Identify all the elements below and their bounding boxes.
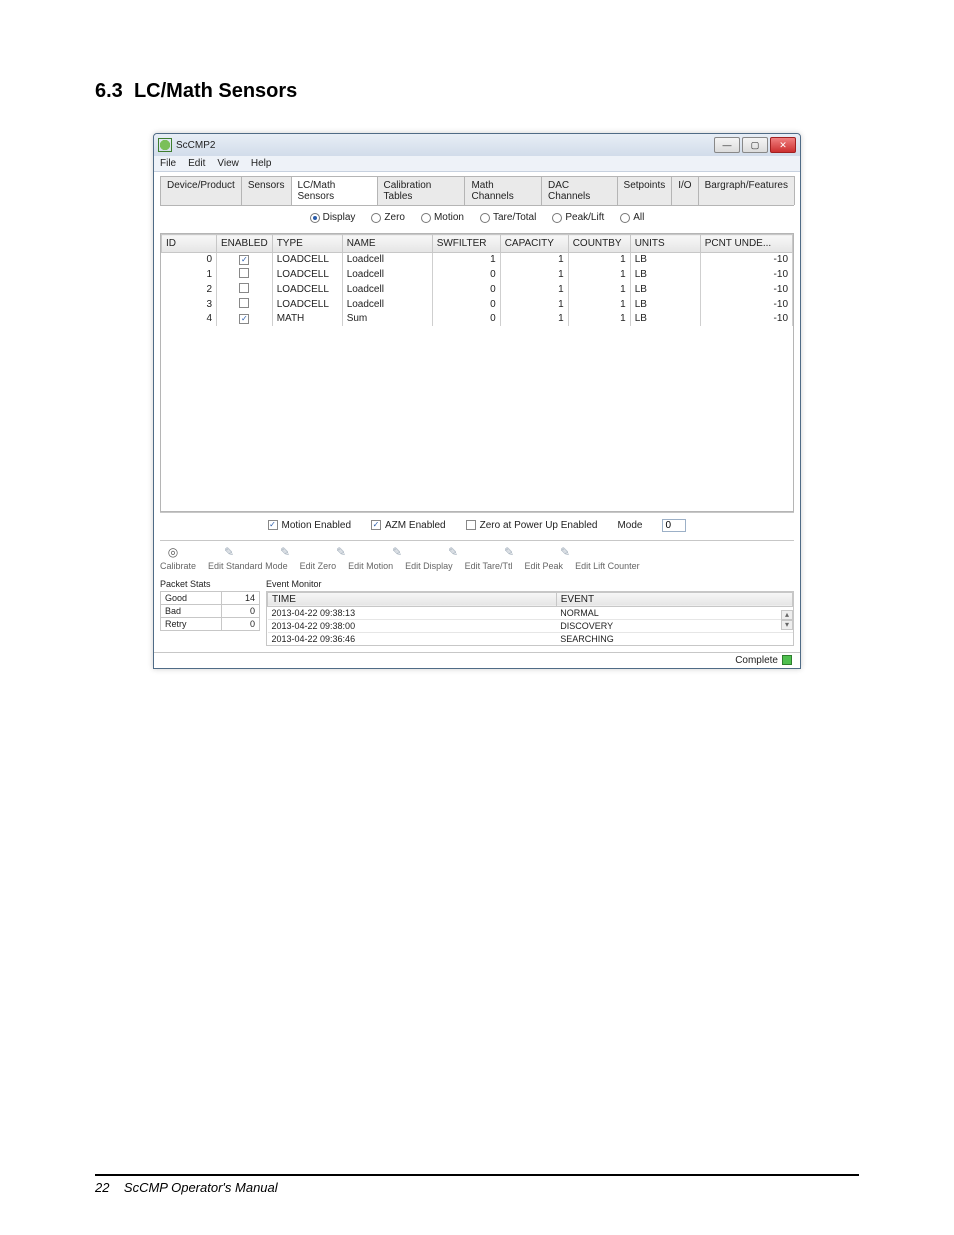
evt-col-time[interactable]: TIME bbox=[268, 592, 557, 606]
packet-stats-title: Packet Stats bbox=[160, 579, 260, 591]
edit-lift-counter-icon[interactable]: ✎ bbox=[558, 545, 572, 559]
packet-row-bad: Bad0 bbox=[161, 604, 260, 617]
bottom-options: Motion Enabled AZM Enabled Zero at Power… bbox=[160, 512, 794, 538]
calibrate-label: Calibrate bbox=[160, 561, 196, 571]
app-window: ScCMP2 — ▢ ✕ File Edit View Help Device/… bbox=[153, 133, 801, 669]
table-row[interactable]: 0LOADCELLLoadcell111LB-10 bbox=[162, 253, 793, 267]
menu-edit[interactable]: Edit bbox=[188, 158, 205, 169]
enabled-checkbox[interactable] bbox=[239, 298, 249, 308]
tab-calibration-tables[interactable]: Calibration Tables bbox=[377, 176, 466, 205]
tab-dac-channels[interactable]: DAC Channels bbox=[541, 176, 618, 205]
table-row[interactable]: 2LOADCELLLoadcell011LB-10 bbox=[162, 282, 793, 297]
col-type[interactable]: TYPE bbox=[272, 235, 342, 253]
event-monitor-panel: TIME EVENT 2013-04-22 09:38:13NORMAL2013… bbox=[266, 591, 794, 646]
col-countby[interactable]: COUNTBY bbox=[568, 235, 630, 253]
col-name[interactable]: NAME bbox=[342, 235, 432, 253]
event-scrollbar[interactable]: ▴ ▾ bbox=[781, 610, 793, 630]
app-icon bbox=[158, 138, 172, 152]
tab-device-product[interactable]: Device/Product bbox=[160, 176, 242, 205]
col-pcnt-unde[interactable]: PCNT UNDE... bbox=[700, 235, 792, 253]
view-display[interactable]: Display bbox=[310, 212, 356, 223]
event-row[interactable]: 2013-04-22 09:38:00DISCOVERY bbox=[268, 619, 793, 632]
mode-input[interactable] bbox=[662, 519, 686, 532]
edit-display-icon[interactable]: ✎ bbox=[390, 545, 404, 559]
table-row[interactable]: 1LOADCELLLoadcell011LB-10 bbox=[162, 267, 793, 282]
mode-label: Mode bbox=[617, 520, 642, 531]
table-row[interactable]: 4MATHSum011LB-10 bbox=[162, 312, 793, 326]
menu-file[interactable]: File bbox=[160, 158, 176, 169]
edit-motion-icon[interactable]: ✎ bbox=[334, 545, 348, 559]
view-tare-total[interactable]: Tare/Total bbox=[480, 212, 536, 223]
edit-tare-ttl-label: Edit Tare/Ttl bbox=[465, 561, 513, 571]
edit-standard-label: Edit Standard Mode bbox=[208, 561, 288, 571]
grid-header: ID ENABLED TYPE NAME SWFILTER CAPACITY C… bbox=[162, 235, 793, 253]
menubar: File Edit View Help bbox=[154, 156, 800, 172]
tab-sensors[interactable]: Sensors bbox=[241, 176, 292, 205]
edit-zero-icon[interactable]: ✎ bbox=[278, 545, 292, 559]
col-enabled[interactable]: ENABLED bbox=[217, 235, 273, 253]
edit-motion-label: Edit Motion bbox=[348, 561, 393, 571]
col-swfilter[interactable]: SWFILTER bbox=[432, 235, 500, 253]
section-heading: 6.3 LC/Math Sensors bbox=[95, 80, 859, 103]
scroll-down-icon[interactable]: ▾ bbox=[781, 620, 793, 630]
sensor-grid[interactable]: ID ENABLED TYPE NAME SWFILTER CAPACITY C… bbox=[160, 233, 794, 512]
status-light-icon bbox=[782, 655, 792, 665]
event-monitor-title: Event Monitor bbox=[266, 579, 794, 591]
tab-io[interactable]: I/O bbox=[671, 176, 698, 205]
maximize-button[interactable]: ▢ bbox=[742, 137, 768, 153]
enabled-checkbox[interactable] bbox=[239, 283, 249, 293]
toolbelt: ◎ ✎ ✎ ✎ ✎ ✎ ✎ ✎ Calibrate Edit Standard … bbox=[160, 540, 794, 575]
table-row[interactable]: 3LOADCELLLoadcell011LB-10 bbox=[162, 297, 793, 312]
edit-peak-icon[interactable]: ✎ bbox=[502, 545, 516, 559]
packet-stats-panel: Packet Stats Good14 Bad0 Retry0 bbox=[160, 579, 260, 646]
page-footer: 22 ScCMP Operator's Manual bbox=[95, 1174, 859, 1195]
view-peak-lift[interactable]: Peak/Lift bbox=[552, 212, 604, 223]
view-motion[interactable]: Motion bbox=[421, 212, 464, 223]
enabled-checkbox[interactable] bbox=[239, 255, 249, 265]
calibrate-icon[interactable]: ◎ bbox=[166, 545, 180, 559]
evt-col-event[interactable]: EVENT bbox=[556, 592, 792, 606]
azm-enabled-checkbox[interactable]: AZM Enabled bbox=[371, 520, 446, 531]
tab-row: Device/Product Sensors LC/Math Sensors C… bbox=[160, 176, 794, 206]
packet-row-retry: Retry0 bbox=[161, 617, 260, 630]
edit-zero-label: Edit Zero bbox=[300, 561, 337, 571]
scroll-up-icon[interactable]: ▴ bbox=[781, 610, 793, 620]
motion-enabled-checkbox[interactable]: Motion Enabled bbox=[268, 520, 352, 531]
col-id[interactable]: ID bbox=[162, 235, 217, 253]
window-title: ScCMP2 bbox=[176, 140, 714, 151]
packet-row-good: Good14 bbox=[161, 591, 260, 604]
view-all[interactable]: All bbox=[620, 212, 644, 223]
edit-peak-label: Edit Peak bbox=[525, 561, 564, 571]
tab-math-channels[interactable]: Math Channels bbox=[464, 176, 542, 205]
grid-empty-area bbox=[161, 326, 793, 511]
tab-setpoints[interactable]: Setpoints bbox=[617, 176, 673, 205]
titlebar: ScCMP2 — ▢ ✕ bbox=[154, 134, 800, 156]
minimize-button[interactable]: — bbox=[714, 137, 740, 153]
zero-powerup-checkbox[interactable]: Zero at Power Up Enabled bbox=[466, 520, 598, 531]
menu-view[interactable]: View bbox=[217, 158, 239, 169]
event-row[interactable]: 2013-04-22 09:38:13NORMAL bbox=[268, 606, 793, 619]
enabled-checkbox[interactable] bbox=[239, 268, 249, 278]
enabled-checkbox[interactable] bbox=[239, 314, 249, 324]
col-capacity[interactable]: CAPACITY bbox=[500, 235, 568, 253]
view-mode-row: Display Zero Motion Tare/Total Peak/Lift… bbox=[154, 206, 800, 233]
edit-display-label: Edit Display bbox=[405, 561, 453, 571]
status-text: Complete bbox=[735, 655, 778, 666]
statusbar: Complete bbox=[154, 652, 800, 668]
edit-standard-icon[interactable]: ✎ bbox=[222, 545, 236, 559]
view-zero[interactable]: Zero bbox=[371, 212, 405, 223]
edit-lift-counter-label: Edit Lift Counter bbox=[575, 561, 640, 571]
event-row[interactable]: 2013-04-22 09:36:46SEARCHING bbox=[268, 632, 793, 645]
tab-lcmath-sensors[interactable]: LC/Math Sensors bbox=[291, 176, 378, 205]
close-button[interactable]: ✕ bbox=[770, 137, 796, 153]
edit-tare-ttl-icon[interactable]: ✎ bbox=[446, 545, 460, 559]
tab-bargraph-features[interactable]: Bargraph/Features bbox=[698, 176, 795, 205]
col-units[interactable]: UNITS bbox=[630, 235, 700, 253]
menu-help[interactable]: Help bbox=[251, 158, 272, 169]
